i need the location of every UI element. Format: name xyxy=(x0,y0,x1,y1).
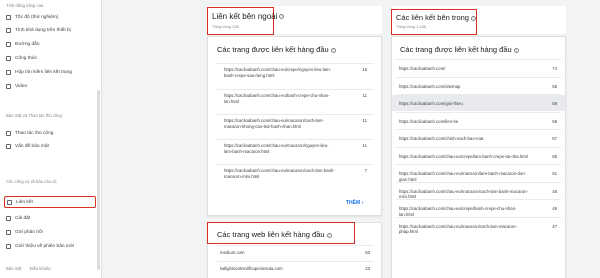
row-url[interactable]: https://caclioabanh.com/chinh-sach-bao-m… xyxy=(399,136,529,142)
row-count: 48 xyxy=(552,188,557,194)
row-url[interactable]: https://caclioabanh.com/gioi-thieu xyxy=(399,101,529,107)
row-url[interactable]: https://caclioabanh.com/chau-eu/macaron/… xyxy=(399,224,529,235)
sidebar-item-video[interactable]: Video xyxy=(4,81,96,91)
row-count: 48 xyxy=(552,206,557,211)
divider xyxy=(217,164,374,165)
row-count: 16 xyxy=(362,67,367,72)
row-count: 47 xyxy=(552,223,557,229)
row-url[interactable]: https://caclioabanh.com/chau-eu/crepe/ba… xyxy=(399,206,529,217)
divider xyxy=(396,146,561,148)
row-count: 57 xyxy=(552,136,557,141)
sidebar-item-settings[interactable]: Cài đặt xyxy=(4,213,96,223)
divider xyxy=(217,89,374,90)
sidebar-item-about-new-version[interactable]: Giới thiệu về phiên bản mới xyxy=(4,241,96,251)
top-linked-pages-title: Các trang được liên kết hàng đầu? xyxy=(400,45,519,54)
row-url[interactable]: https://caclioabanh.com/chau-eu/crepe/ng… xyxy=(224,67,336,78)
info-icon xyxy=(6,243,11,249)
row-count: 74 xyxy=(552,66,557,71)
row-count: 51 xyxy=(552,171,557,176)
help-icon[interactable]: ? xyxy=(470,15,476,21)
sidebar-item-security-issues[interactable]: Vấn đề bảo mật xyxy=(4,141,96,151)
internal-links-total: Tổng cộng 1.166 xyxy=(396,24,427,29)
help-icon[interactable]: ? xyxy=(330,47,336,53)
row-url[interactable]: https://caclioabanh.com/chau-eu/crepe/la… xyxy=(399,154,529,160)
row-url[interactable]: https://caclioabanh.com/chau-eu/macaron/… xyxy=(399,171,529,182)
sidebar-item-links[interactable]: Liên kết xyxy=(4,196,96,208)
external-top-pages-card: Các trang được liên kết hàng đầu? https:… xyxy=(207,36,382,216)
row-count: 11 xyxy=(362,93,367,98)
divider xyxy=(396,216,561,218)
privacy-link[interactable]: Bảo mật xyxy=(6,266,22,271)
help-icon[interactable]: ? xyxy=(279,14,285,20)
divider xyxy=(396,129,561,130)
top-sites-highlight xyxy=(207,222,355,244)
row-url[interactable]: https://caclioabanh.com/ xyxy=(399,66,529,72)
recipe-icon xyxy=(6,55,11,61)
divider xyxy=(217,139,374,140)
mobile-icon xyxy=(6,27,11,33)
feedback-icon xyxy=(6,229,11,235)
divider xyxy=(396,199,561,200)
divider xyxy=(396,111,561,113)
row-url[interactable]: https://caclioabanh.com/lien-he xyxy=(399,119,529,125)
row-url[interactable]: https://caclioabanh.com/chau-eu/macaron/… xyxy=(224,118,336,129)
row-count: 55 xyxy=(552,153,557,159)
top-linked-pages-title: Các trang được liên kết hàng đầu? xyxy=(217,45,336,54)
row-url[interactable]: https://caclioabanh.com/chau-eu/macaron/… xyxy=(224,143,336,154)
sidebar-item-mobile-usability[interactable]: Tính khả dụng trên thiết bị xyxy=(4,25,96,35)
row-url[interactable]: twilightcentrevillhopeninsula.com xyxy=(220,266,332,272)
sidebar-item-sitelinks-searchbox[interactable]: Hộp tìm kiếm liên kết trang xyxy=(4,67,96,77)
divider xyxy=(396,76,561,78)
section-heading-advanced: Tính năng nâng cao xyxy=(6,3,44,8)
speed-icon xyxy=(6,14,11,20)
video-icon xyxy=(6,83,11,89)
settings-icon xyxy=(6,215,11,221)
sidebar-item-speed[interactable]: Tốc độ (thử nghiệm) xyxy=(4,12,96,22)
divider xyxy=(396,164,561,165)
row-url[interactable]: https://caclioabanh.com/sitemap xyxy=(399,84,529,90)
row-count: 58 xyxy=(552,101,557,106)
divider xyxy=(396,181,561,183)
divider xyxy=(396,94,561,95)
sidebar-nav: Tính năng nâng cao Tốc độ (thử nghiệm) T… xyxy=(0,0,102,278)
links-icon xyxy=(7,199,12,205)
row-count: 58 xyxy=(552,118,557,124)
terms-link[interactable]: Điều khoản xyxy=(30,266,51,271)
sidebar-item-recipes[interactable]: Công thức xyxy=(4,53,96,63)
external-links-total: Tổng cộng 138 xyxy=(212,24,239,29)
row-url[interactable]: https://caclioabanh.com/chau-eu/macaron/… xyxy=(399,189,529,200)
manual-action-icon xyxy=(6,130,11,136)
row-count: 63 xyxy=(365,250,370,255)
sidebar-scrollbar[interactable] xyxy=(97,90,100,270)
sidebar-footer: Bảo mật Điều khoản xyxy=(6,266,51,271)
chevron-right-icon: › xyxy=(361,200,364,206)
internal-links-title: Các liên kết bên trong? xyxy=(396,13,476,22)
row-count: 58 xyxy=(552,83,557,89)
sidebar-item-breadcrumbs[interactable]: Đường dẫn xyxy=(4,39,96,49)
sidebar-item-manual-actions[interactable]: Thao tác thủ công xyxy=(4,128,96,138)
more-button[interactable]: THÊM › xyxy=(346,200,363,206)
divider xyxy=(217,245,374,246)
row-url[interactable]: medium.com xyxy=(220,250,332,256)
sidebar-item-feedback[interactable]: Gửi phản hồi xyxy=(4,227,96,237)
row-count: 11 xyxy=(362,143,367,148)
row-url[interactable]: https://caclioabanh.com/chau-eu/macaron/… xyxy=(224,168,336,179)
divider xyxy=(217,114,374,115)
row-count: 7 xyxy=(364,168,367,173)
external-links-title: Liên kết bên ngoài? xyxy=(212,12,285,21)
breadcrumb-icon xyxy=(6,41,11,47)
divider xyxy=(396,59,561,60)
section-heading-security: Bảo mật và Thao tác thủ công xyxy=(6,113,62,118)
search-box-icon xyxy=(6,69,11,75)
row-url[interactable]: https://caclioabanh.com/chau-eu/banh-cre… xyxy=(224,93,336,104)
divider xyxy=(217,63,374,64)
row-count: 11 xyxy=(362,118,367,123)
help-icon[interactable]: ? xyxy=(513,47,519,53)
row-count: 23 xyxy=(365,266,370,271)
divider xyxy=(217,261,374,262)
security-icon xyxy=(6,143,11,149)
section-heading-legacy: Các công cụ và báo cáo cũ xyxy=(6,179,57,184)
